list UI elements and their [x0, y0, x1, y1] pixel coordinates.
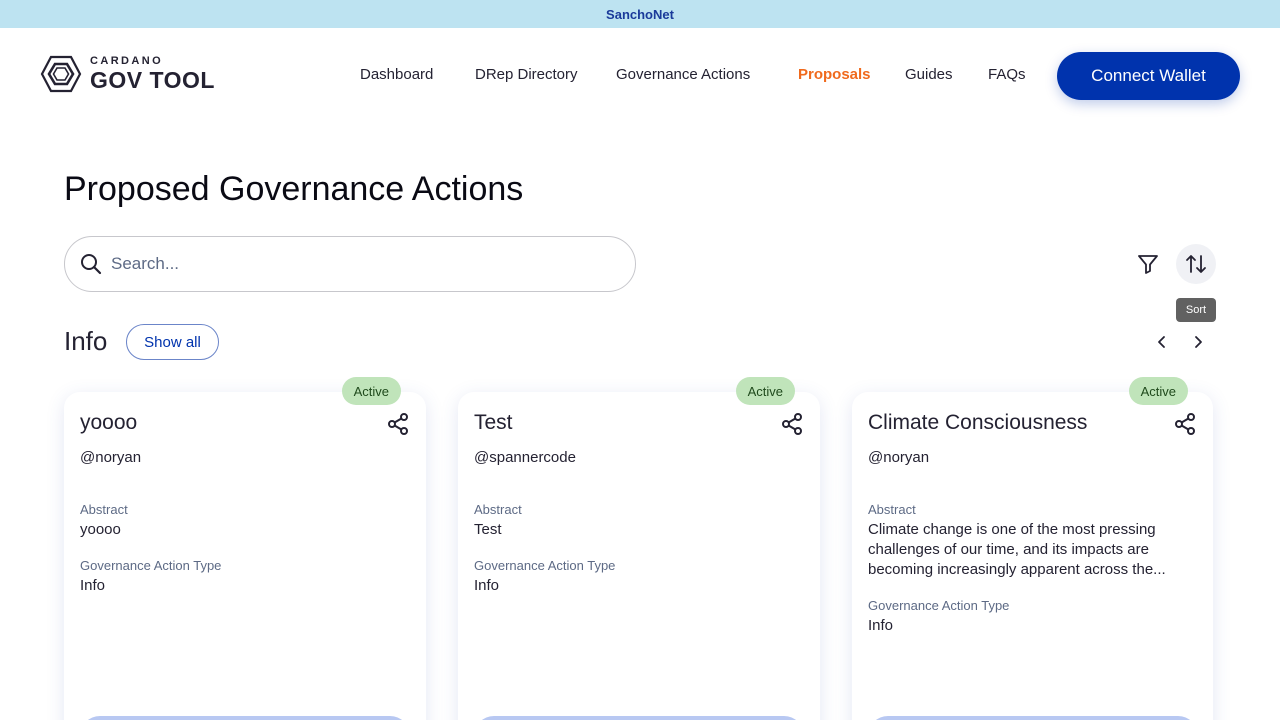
- share-icon[interactable]: [386, 412, 410, 436]
- connect-wallet-button[interactable]: Connect Wallet: [1057, 52, 1240, 100]
- card-title: Test: [474, 411, 513, 434]
- chevron-left-icon: [1158, 336, 1165, 348]
- app-logo[interactable]: CARDANO GOV TOOL: [40, 55, 215, 93]
- abstract-text: yoooo: [80, 521, 121, 538]
- abstract-text: Test: [474, 521, 502, 538]
- hexagon-logo-icon: [40, 55, 82, 93]
- status-badge: Active: [735, 377, 795, 405]
- abstract-label: Abstract: [868, 502, 916, 517]
- carousel-prev-button[interactable]: [1150, 330, 1174, 354]
- search-field[interactable]: [64, 236, 636, 292]
- status-badge: Active: [1128, 377, 1188, 405]
- card-title: yoooo: [80, 411, 138, 434]
- card-author: @spannercode: [474, 449, 576, 466]
- share-icon[interactable]: [780, 412, 804, 436]
- card-action-button[interactable]: [868, 716, 1198, 720]
- card-action-button[interactable]: [80, 716, 410, 720]
- action-type-label: Governance Action Type: [474, 558, 616, 573]
- proposal-card: Active Climate Consciousness @noryan Abs…: [852, 377, 1213, 720]
- section-title: Info: [64, 326, 108, 356]
- card-author: @noryan: [868, 449, 930, 466]
- status-badge: Active: [341, 377, 401, 405]
- action-type-label: Governance Action Type: [868, 598, 1010, 613]
- nav-drep-directory[interactable]: DRep Directory: [475, 66, 578, 83]
- filter-icon: [1138, 255, 1158, 274]
- card-author: @noryan: [80, 449, 142, 466]
- share-icon[interactable]: [1173, 412, 1197, 436]
- nav-governance-actions[interactable]: Governance Actions: [616, 66, 750, 83]
- logo-subtitle: CARDANO: [90, 55, 164, 67]
- action-type-value: Info: [474, 577, 500, 594]
- logo-title: GOV TOOL: [90, 67, 215, 93]
- nav-proposals[interactable]: Proposals: [798, 66, 871, 83]
- action-type-label: Governance Action Type: [80, 558, 222, 573]
- action-type-value: Info: [868, 617, 894, 634]
- abstract-label: Abstract: [474, 502, 522, 517]
- show-all-button[interactable]: Show all: [126, 324, 219, 360]
- proposal-card: Active Test @spannercode Abstract Test G…: [458, 377, 820, 720]
- network-name: SanchoNet: [606, 6, 674, 22]
- network-banner: SanchoNet: [0, 0, 1280, 28]
- top-navigation-bar: CARDANO GOV TOOL Dashboard DRep Director…: [0, 28, 1280, 124]
- carousel-next-button[interactable]: [1186, 330, 1210, 354]
- abstract-text: Climate change is one of the most pressi…: [868, 521, 1166, 578]
- nav-faqs[interactable]: FAQs: [988, 66, 1026, 83]
- card-title: Climate Consciousness: [868, 411, 1088, 434]
- proposal-card: Active yoooo @noryan Abstract yoooo Gove…: [64, 377, 426, 720]
- filter-button[interactable]: [1128, 244, 1168, 284]
- chevron-right-icon: [1195, 336, 1202, 348]
- search-input[interactable]: [111, 254, 591, 274]
- abstract-label: Abstract: [80, 502, 128, 517]
- page-title: Proposed Governance Actions: [64, 170, 524, 208]
- sort-arrows-icon: [1186, 255, 1206, 273]
- sort-tooltip: Sort: [1176, 298, 1216, 322]
- card-action-button[interactable]: [474, 716, 804, 720]
- sort-button[interactable]: [1176, 244, 1216, 284]
- nav-guides[interactable]: Guides: [905, 66, 953, 83]
- nav-dashboard[interactable]: Dashboard: [360, 66, 433, 83]
- search-icon: [81, 254, 102, 275]
- action-type-value: Info: [80, 577, 106, 594]
